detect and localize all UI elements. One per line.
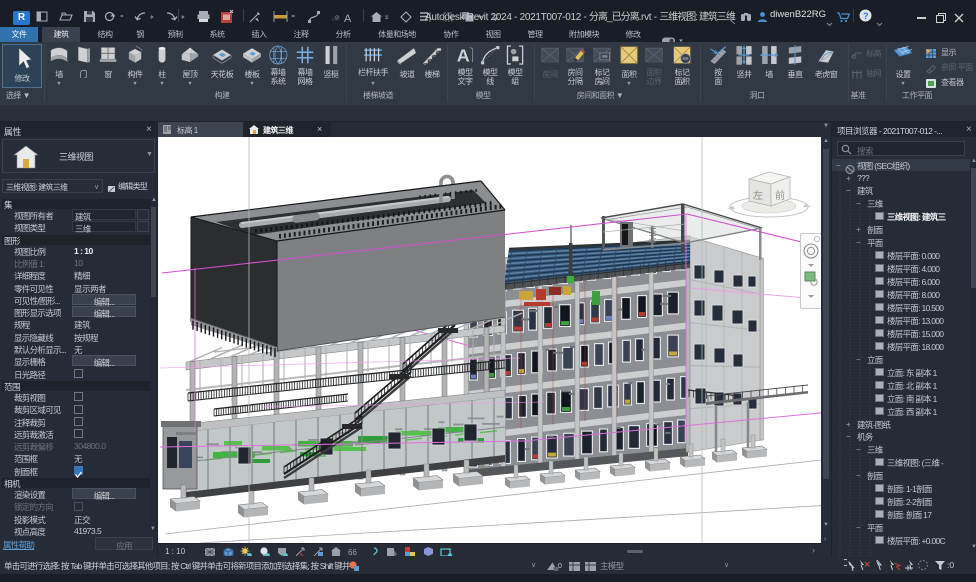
svg-text:A: A <box>457 45 470 65</box>
svg-text:A: A <box>344 13 352 24</box>
svg-text:?: ? <box>863 11 869 21</box>
svg-text:,⊘: ,⊘ <box>332 15 340 22</box>
svg-text:前: 前 <box>775 189 785 202</box>
svg-text:左: 左 <box>753 189 763 202</box>
